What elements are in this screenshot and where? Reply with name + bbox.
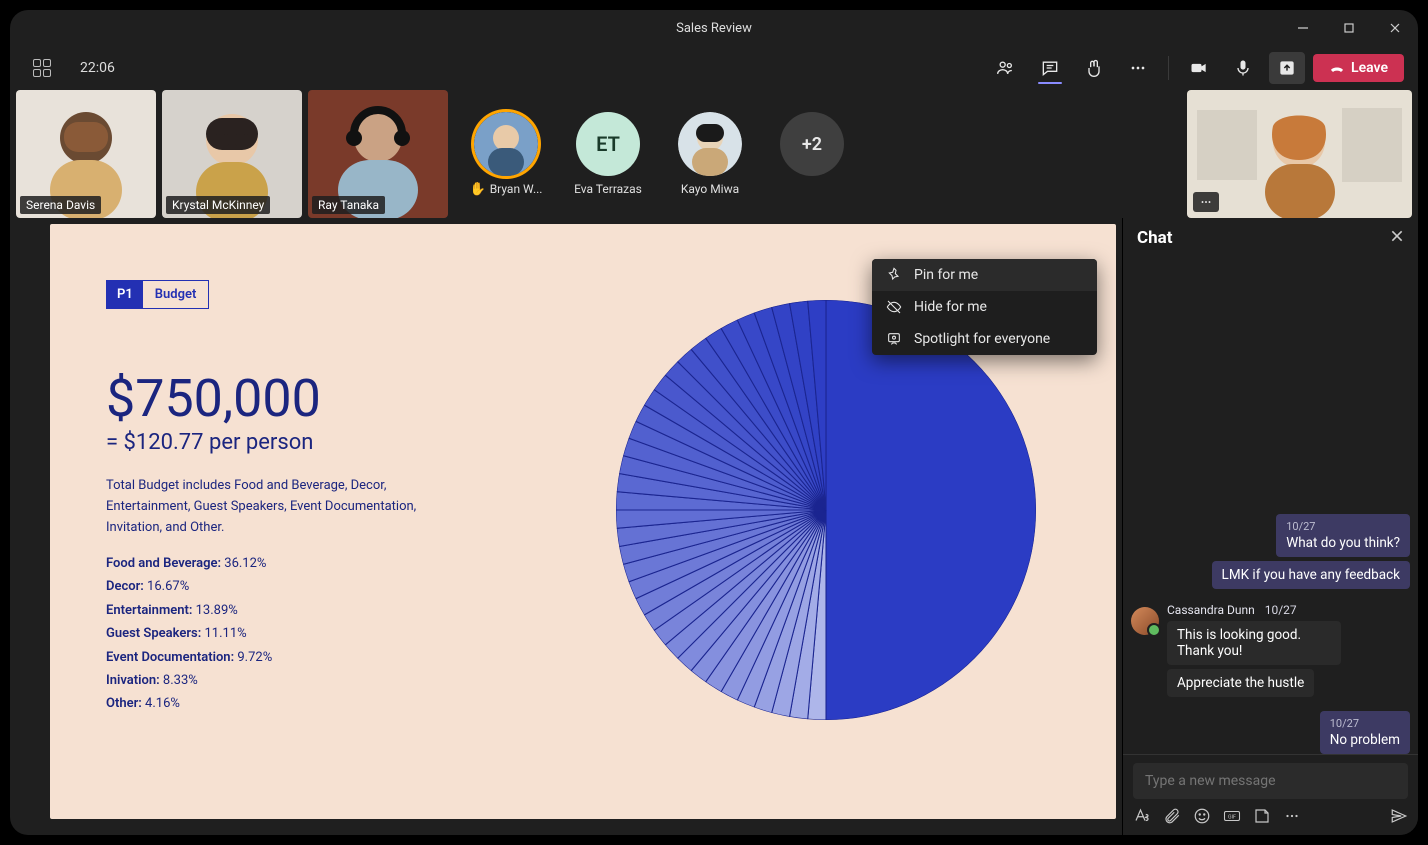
chat-messages[interactable]: 10/27 What do you think? LMK if you have… (1123, 258, 1418, 754)
window-title: Sales Review (676, 21, 752, 36)
tile-context-menu: Pin for me Hide for me Spotlight for eve… (872, 259, 1097, 355)
call-timer: 22:06 (74, 58, 121, 78)
participant-avatar[interactable]: ET Eva Terrazas (566, 112, 650, 196)
share-content-button[interactable] (1269, 52, 1305, 84)
send-button[interactable] (1390, 807, 1408, 825)
chat-close-button[interactable] (1390, 228, 1404, 248)
participant-avatar[interactable]: ✋ Bryan W... (464, 112, 548, 197)
menu-item-hide[interactable]: Hide for me (872, 291, 1097, 323)
chat-timestamp: 10/27 (1265, 603, 1297, 617)
overflow-count: +2 (780, 112, 844, 176)
participant-name: Serena Davis (26, 198, 95, 212)
reactions-button[interactable] (1076, 50, 1112, 86)
participant-name: Kayo Miwa (681, 182, 739, 196)
camera-button[interactable] (1181, 50, 1217, 86)
chat-bubble-own: 10/27 What do you think? (1276, 514, 1410, 557)
chat-bubble-own: LMK if you have any feedback (1212, 561, 1410, 589)
slide-subheadline: = $120.77 per person (106, 430, 313, 455)
participant-avatar[interactable]: Kayo Miwa (668, 112, 752, 196)
emoji-icon[interactable] (1193, 807, 1211, 825)
chat-bubble-other: This is looking good. Thank you! (1167, 621, 1341, 665)
video-tile[interactable]: Serena Davis (16, 90, 156, 218)
tile-more-button[interactable] (1193, 192, 1219, 212)
leave-button[interactable]: Leave (1313, 54, 1404, 82)
maximize-button[interactable] (1326, 10, 1372, 46)
chat-text: No problem (1330, 732, 1400, 748)
video-tile[interactable]: Krystal McKinney (162, 90, 302, 218)
chat-panel: Chat 10/27 What do you think? LMK if you… (1122, 218, 1418, 835)
initials-avatar: ET (576, 112, 640, 176)
close-button[interactable] (1372, 10, 1418, 46)
minimize-button[interactable] (1280, 10, 1326, 46)
pie-chart (616, 300, 1036, 720)
svg-text:GIF: GIF (1228, 814, 1236, 820)
chat-text: LMK if you have any feedback (1222, 567, 1400, 583)
menu-label: Pin for me (914, 267, 978, 283)
people-button[interactable] (988, 50, 1024, 86)
slide-tabs: P1 Budget (106, 280, 209, 309)
microphone-button[interactable] (1225, 50, 1261, 86)
participant-name: Ray Tanaka (318, 198, 379, 212)
more-compose-icon[interactable] (1283, 807, 1301, 825)
chat-compose: GIF (1123, 754, 1418, 835)
chat-bubble-other: Appreciate the hustle (1167, 669, 1314, 697)
slide-tab-p1: P1 (107, 281, 143, 308)
titlebar: Sales Review (10, 10, 1418, 46)
chart-legend: Food and Beverage: 36.12%Decor: 16.67%En… (106, 552, 272, 716)
view-grid-button[interactable] (24, 50, 60, 86)
overflow-participants[interactable]: +2 (770, 112, 854, 196)
avatar (1131, 607, 1159, 635)
chat-title: Chat (1137, 228, 1173, 248)
meeting-toolbar: 22:06 Leave (10, 46, 1418, 90)
participants-strip: Serena Davis Krystal McKinney Ray Tanaka… (10, 90, 1418, 218)
leave-label: Leave (1351, 60, 1388, 76)
chat-bubble-own: 10/27 No problem (1320, 711, 1410, 754)
slide-description: Total Budget includes Food and Beverage,… (106, 476, 466, 538)
sticker-icon[interactable] (1253, 807, 1271, 825)
menu-item-spotlight[interactable]: Spotlight for everyone (872, 323, 1097, 355)
slide-headline: $750,000 (106, 368, 321, 429)
chat-button[interactable] (1032, 50, 1068, 86)
chat-timestamp: 10/27 (1286, 520, 1400, 533)
slide-tab-budget: Budget (143, 281, 209, 308)
menu-label: Hide for me (914, 299, 987, 315)
chat-text: What do you think? (1286, 535, 1400, 551)
participant-name: Bryan W... (490, 182, 543, 196)
participant-name: Eva Terrazas (574, 182, 642, 196)
chat-timestamp: 10/27 (1330, 717, 1400, 730)
format-icon[interactable] (1133, 807, 1151, 825)
chat-input[interactable] (1133, 763, 1408, 799)
participant-name: Krystal McKinney (172, 198, 264, 212)
more-actions-button[interactable] (1120, 50, 1156, 86)
raised-hand-icon: ✋ (470, 182, 486, 197)
gif-icon[interactable]: GIF (1223, 807, 1241, 825)
attach-icon[interactable] (1163, 807, 1181, 825)
menu-item-pin[interactable]: Pin for me (872, 259, 1097, 291)
toolbar-divider (1168, 56, 1169, 80)
menu-label: Spotlight for everyone (914, 331, 1050, 347)
video-tile[interactable]: Ray Tanaka (308, 90, 448, 218)
chat-sender-name: Cassandra Dunn (1167, 603, 1255, 617)
spotlight-tile[interactable] (1187, 90, 1412, 218)
